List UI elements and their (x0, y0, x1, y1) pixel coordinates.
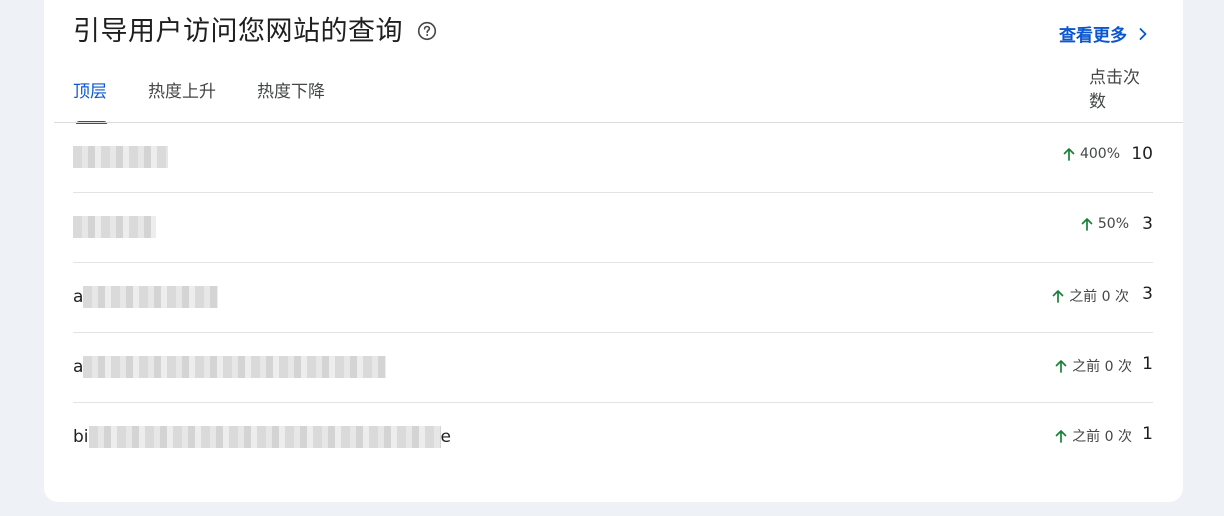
arrow-up-icon (1055, 360, 1067, 373)
redacted-query (88, 426, 441, 448)
redacted-query (73, 146, 168, 168)
click-count: 3 (1142, 214, 1153, 234)
redacted-query (73, 216, 156, 238)
table-row[interactable]: 400% 10 (73, 123, 1153, 193)
click-count: 1 (1142, 354, 1153, 374)
clicks-column-header[interactable]: 点击次数 (1089, 66, 1147, 114)
view-more-link[interactable]: 查看更多 (1059, 21, 1149, 46)
help-circle-icon[interactable] (417, 21, 437, 41)
table-row[interactable]: bi e 之前 0 次 1 (73, 403, 1153, 472)
table-row[interactable]: a 之前 0 次 1 (73, 333, 1153, 403)
arrow-up-icon (1081, 218, 1093, 231)
query-table: 400% 10 50% 3 a 之前 0 次 3 a 之前 0 次 1 bi e… (73, 123, 1153, 472)
top-queries-card: 引导用户访问您网站的查询 查看更多 顶层 热度上升 热度下降 点击次数 400%… (44, 0, 1183, 502)
change-indicator: 400% (1062, 146, 1120, 162)
card-title: 引导用户访问您网站的查询 (73, 16, 403, 47)
query-text (73, 213, 156, 241)
change-indicator: 50% (1080, 216, 1129, 232)
arrow-up-icon (1063, 148, 1075, 161)
query-text: a (73, 283, 219, 311)
redacted-query (83, 356, 387, 378)
change-indicator: 之前 0 次 (1051, 286, 1129, 306)
view-more-label: 查看更多 (1059, 26, 1127, 46)
change-indicator: 之前 0 次 (1054, 356, 1132, 376)
table-row[interactable]: a 之前 0 次 3 (73, 263, 1153, 333)
arrow-up-icon (1052, 290, 1064, 303)
table-row[interactable]: 50% 3 (73, 193, 1153, 263)
tab-top[interactable]: 顶层 (73, 80, 107, 124)
change-indicator: 之前 0 次 (1054, 426, 1132, 446)
tab-trending-up[interactable]: 热度上升 (148, 80, 216, 124)
click-count: 3 (1142, 284, 1153, 304)
click-count: 1 (1142, 424, 1153, 444)
query-text (73, 143, 168, 171)
query-text: a (73, 353, 387, 381)
tab-trending-down[interactable]: 热度下降 (257, 80, 325, 124)
redacted-query (83, 286, 219, 308)
query-text: bi e (73, 426, 451, 448)
arrow-up-icon (1055, 430, 1067, 443)
query-tabs: 顶层 热度上升 热度下降 (73, 80, 366, 124)
click-count: 10 (1131, 144, 1153, 164)
chevron-right-icon (1139, 27, 1147, 40)
